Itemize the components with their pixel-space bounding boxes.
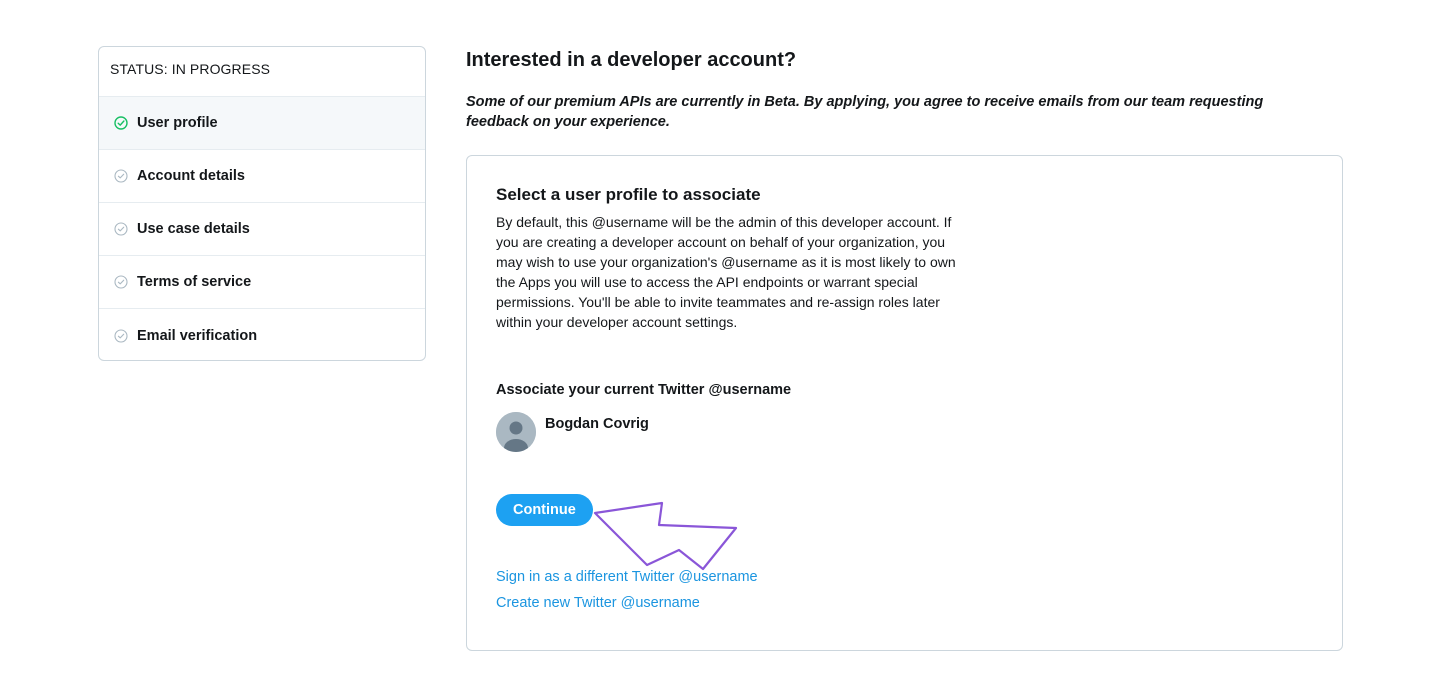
step-label: Terms of service [137, 274, 252, 290]
associate-label: Associate your current Twitter @username [496, 382, 792, 398]
step-use-case-details[interactable]: Use case details [99, 203, 425, 256]
card-description: By default, this @username will be the a… [496, 214, 956, 330]
page-title: Interested in a developer account? [466, 49, 797, 71]
step-label: Use case details [137, 221, 250, 237]
user-name: Bogdan Covrig [545, 416, 649, 432]
check-circle-outline-icon [114, 275, 128, 289]
beta-notice: Some of our premium APIs are currently i… [466, 94, 1264, 130]
step-label: User profile [137, 115, 218, 131]
step-label: Account details [137, 168, 245, 184]
main-content: Interested in a developer account? Some … [466, 46, 1343, 651]
step-account-details[interactable]: Account details [99, 150, 425, 203]
continue-button[interactable]: Continue [496, 494, 593, 526]
status-label: STATUS: IN PROGRESS [99, 47, 425, 97]
default-avatar-icon [496, 412, 536, 452]
step-user-profile[interactable]: User profile [99, 97, 425, 150]
step-label: Email verification [137, 327, 258, 344]
step-terms-of-service[interactable]: Terms of service [99, 256, 425, 309]
check-circle-outline-icon [114, 222, 128, 236]
check-circle-icon [114, 116, 128, 130]
user-row: Bogdan Covrig [496, 412, 966, 452]
progress-sidebar: STATUS: IN PROGRESS User profile Account… [98, 46, 426, 361]
profile-card: Select a user profile to associate By de… [466, 155, 1343, 651]
check-circle-outline-icon [114, 169, 128, 183]
arrow-pointer-icon [593, 501, 738, 571]
step-email-verification[interactable]: Email verification [99, 309, 425, 360]
create-username-link[interactable]: Create new Twitter @username [496, 595, 966, 611]
check-circle-outline-icon [114, 328, 128, 343]
card-title: Select a user profile to associate [496, 185, 761, 204]
